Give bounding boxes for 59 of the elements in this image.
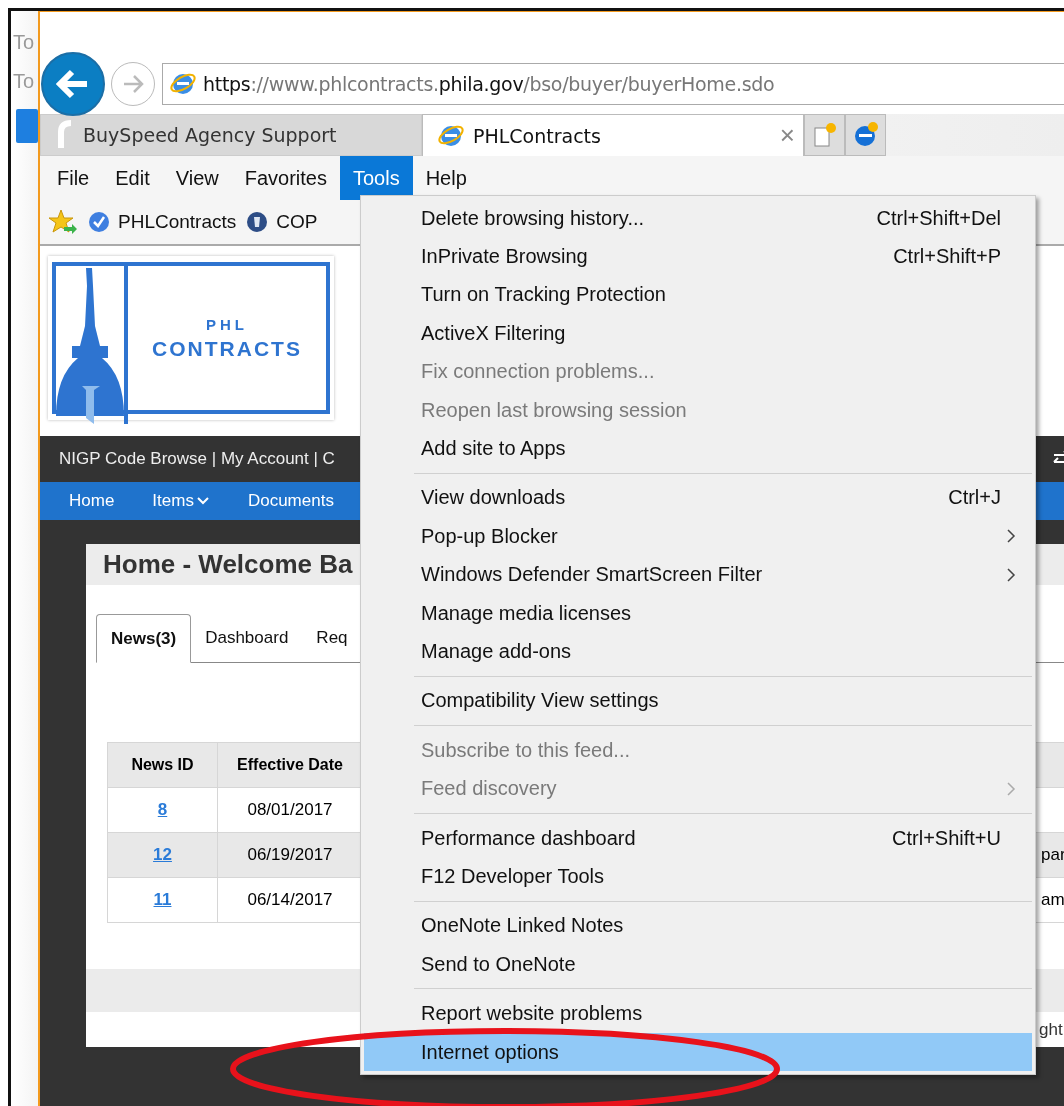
favorites-star-icon <box>48 208 78 236</box>
account-links[interactable]: NIGP Code Browse | My Account | C <box>59 449 335 469</box>
content-tab[interactable]: Dashboard <box>191 614 303 662</box>
menu-item[interactable]: Pop-up Blocker <box>364 517 1032 556</box>
menu-item[interactable]: Delete browsing history... Ctrl+Shift+Del <box>364 199 1032 238</box>
news-id-link[interactable]: 8 <box>157 800 168 819</box>
browser-tab[interactable]: BuySpeed Agency Support <box>40 114 422 156</box>
content-tab[interactable]: Req <box>302 614 362 662</box>
back-button[interactable] <box>41 52 105 116</box>
footer-text: ght <box>1039 1019 1063 1040</box>
background-text: To <box>13 31 36 54</box>
table-cell: 06/19/2017 <box>217 832 363 878</box>
menu-item[interactable]: Internet options <box>364 1032 1032 1072</box>
menu-item[interactable]: Turn on Tracking Protection <box>364 275 1032 315</box>
menu-item[interactable]: File <box>44 156 103 200</box>
menu-item[interactable]: Send to OneNote <box>364 945 1032 984</box>
background-text: To <box>13 70 36 93</box>
menu-item[interactable]: OneNote Linked Notes <box>364 906 1032 946</box>
menu-item[interactable]: View downloads Ctrl+J <box>364 478 1032 518</box>
nav-link[interactable]: Items <box>152 491 210 511</box>
tab-title: BuySpeed Agency Support <box>83 124 338 146</box>
menu-item[interactable]: Compatibility View settings <box>364 681 1032 721</box>
address-field[interactable]: https://www.phlcontracts.phila.gov/bso/buyer/buyerHome.sdo <box>162 63 1064 105</box>
logo-text: PHL <box>206 315 248 333</box>
menu-item[interactable]: Add site to Apps <box>364 429 1032 468</box>
browser-tab[interactable]: PHLContracts × <box>422 114 804 156</box>
globe-icon <box>246 211 269 233</box>
menu-item[interactable]: F12 Developer Tools <box>364 857 1032 896</box>
tab-title: PHLContracts <box>473 124 602 147</box>
menu-item[interactable]: Performance dashboard Ctrl+Shift+U <box>364 818 1032 858</box>
menu-item[interactable]: View <box>162 156 232 200</box>
page-title: Home - Welcome Ba <box>103 549 353 580</box>
menu-item[interactable]: InPrivate Browsing Ctrl+Shift+P <box>364 237 1032 276</box>
close-tab-button[interactable]: × <box>779 120 795 151</box>
menu-item[interactable]: Windows Defender SmartScreen Filter <box>364 555 1032 594</box>
content-tab[interactable]: News(3) <box>96 614 192 663</box>
nav-link[interactable]: Documents <box>247 491 334 511</box>
menu-item[interactable]: Tools <box>339 156 413 200</box>
column-header: Effective Date <box>217 742 363 788</box>
menu-item[interactable]: Edit <box>102 156 163 200</box>
toolbar-icon <box>16 109 38 143</box>
nav-link[interactable]: Home <box>69 491 115 511</box>
favorite-link[interactable]: COP <box>276 211 318 233</box>
column-header: News ID <box>107 742 218 788</box>
favorite-link[interactable]: PHLContracts <box>118 211 237 233</box>
menu-item[interactable]: Manage add-ons <box>364 632 1032 671</box>
menu-item[interactable]: Report website problems <box>364 994 1032 1033</box>
menu-item[interactable]: Manage media licenses <box>364 593 1032 633</box>
new-page-icon <box>812 122 837 148</box>
check-icon <box>88 211 110 233</box>
forward-arrow-icon <box>122 74 144 94</box>
caret-icon <box>195 496 210 506</box>
menu-item[interactable]: ActiveX Filtering <box>364 314 1032 353</box>
logo-text: CONTRACTS <box>152 336 302 361</box>
edge-button[interactable] <box>845 114 886 156</box>
table-cell: am <box>1041 890 1064 909</box>
back-arrow-icon <box>56 69 90 99</box>
menu-item[interactable]: Favorites <box>231 156 340 200</box>
news-id-link[interactable]: 11 <box>153 890 172 909</box>
